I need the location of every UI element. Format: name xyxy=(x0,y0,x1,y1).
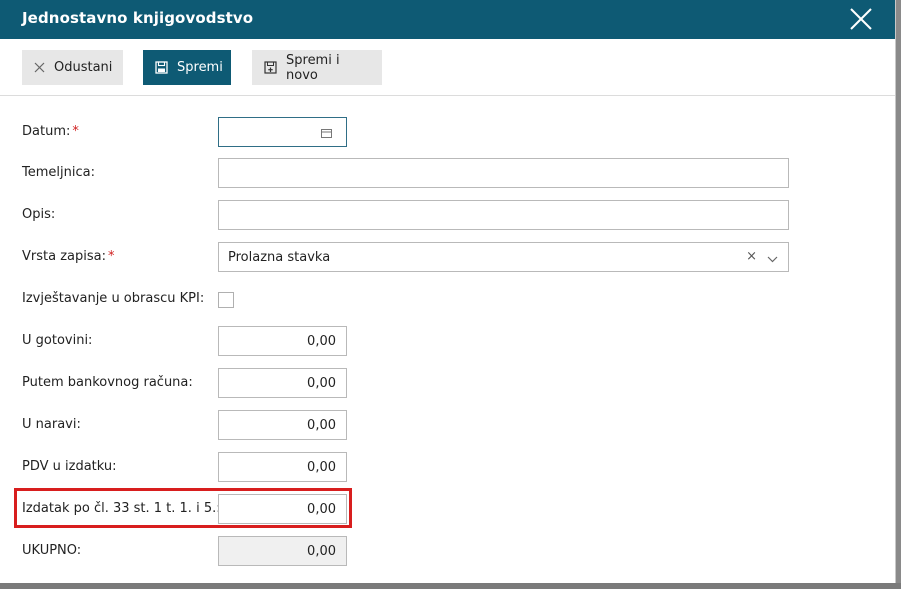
date-field[interactable] xyxy=(218,117,347,147)
save-button[interactable]: Spremi xyxy=(143,50,231,85)
save-and-new-button-label: Spremi i novo xyxy=(286,52,340,83)
description-field[interactable] xyxy=(218,200,789,230)
entry-type-row: Vrsta zapisa: * Prolazna stavka × xyxy=(0,242,896,272)
bank-row: Putem bankovnog računa: 0,00 xyxy=(0,368,896,398)
required-marker: * xyxy=(107,249,115,264)
total-amount-field: 0,00 xyxy=(218,536,347,566)
floppy-disk-plus-icon xyxy=(264,61,277,74)
close-icon[interactable] xyxy=(849,7,873,31)
floppy-disk-icon xyxy=(155,61,168,74)
journal-field[interactable] xyxy=(218,158,789,188)
vat-label: PDV u izdatku: xyxy=(22,459,117,474)
total-label: UKUPNO: xyxy=(22,543,82,558)
kpi-checkbox[interactable] xyxy=(218,292,234,308)
entry-type-value: Prolazna stavka xyxy=(228,250,331,265)
clear-selection-icon[interactable]: × xyxy=(746,249,757,264)
dialog-toolbar: Odustani Spremi Spremi i novo xyxy=(0,39,895,96)
bank-amount-field[interactable]: 0,00 xyxy=(218,368,347,398)
cancel-button-label: Odustani xyxy=(54,60,113,75)
total-row: UKUPNO: 0,00 xyxy=(0,536,896,566)
bank-label: Putem bankovnog računa: xyxy=(22,375,193,390)
expense-article-label: Izdatak po čl. 33 st. 1 t. 1. i 5.: xyxy=(22,501,221,516)
kpi-label: Izvještavanje u obrascu KPI: xyxy=(22,291,205,306)
save-button-label: Spremi xyxy=(177,60,223,75)
date-row: Datum: * xyxy=(0,117,896,147)
kpi-row: Izvještavanje u obrascu KPI: xyxy=(0,284,896,314)
background-overlay xyxy=(0,583,901,589)
required-marker: * xyxy=(72,124,79,139)
dialog-title: Jednostavno knjigovodstvo xyxy=(22,9,254,27)
vat-row: PDV u izdatku: 0,00 xyxy=(0,452,896,482)
vat-amount-field[interactable]: 0,00 xyxy=(218,452,347,482)
close-icon xyxy=(34,62,45,73)
cash-label: U gotovini: xyxy=(22,333,93,348)
cash-amount-field[interactable]: 0,00 xyxy=(218,326,347,356)
expense-article-amount-field[interactable]: 0,00 xyxy=(218,494,347,524)
dialog-header: Jednostavno knjigovodstvo xyxy=(0,0,895,39)
in-kind-label: U naravi: xyxy=(22,417,81,432)
description-row: Opis: xyxy=(0,200,896,230)
entry-type-select[interactable]: Prolazna stavka × xyxy=(218,242,789,272)
description-label: Opis: xyxy=(22,207,56,222)
save-and-new-button[interactable]: Spremi i novo xyxy=(252,50,382,85)
journal-entry-dialog: Jednostavno knjigovodstvo Odustani Sprem… xyxy=(0,0,896,586)
journal-row: Temeljnica: xyxy=(0,158,896,188)
cancel-button[interactable]: Odustani xyxy=(22,50,123,85)
chevron-down-icon[interactable] xyxy=(767,252,778,267)
calendar-icon[interactable] xyxy=(321,127,332,142)
journal-label: Temeljnica: xyxy=(22,165,95,180)
cash-row: U gotovini: 0,00 xyxy=(0,326,896,356)
in-kind-row: U naravi: 0,00 xyxy=(0,410,896,440)
entry-type-label: Vrsta zapisa: * xyxy=(22,249,115,264)
expense-article-row: Izdatak po čl. 33 st. 1 t. 1. i 5.: 0,00 xyxy=(0,494,896,524)
in-kind-amount-field[interactable]: 0,00 xyxy=(218,410,347,440)
date-label: Datum: * xyxy=(22,124,79,139)
